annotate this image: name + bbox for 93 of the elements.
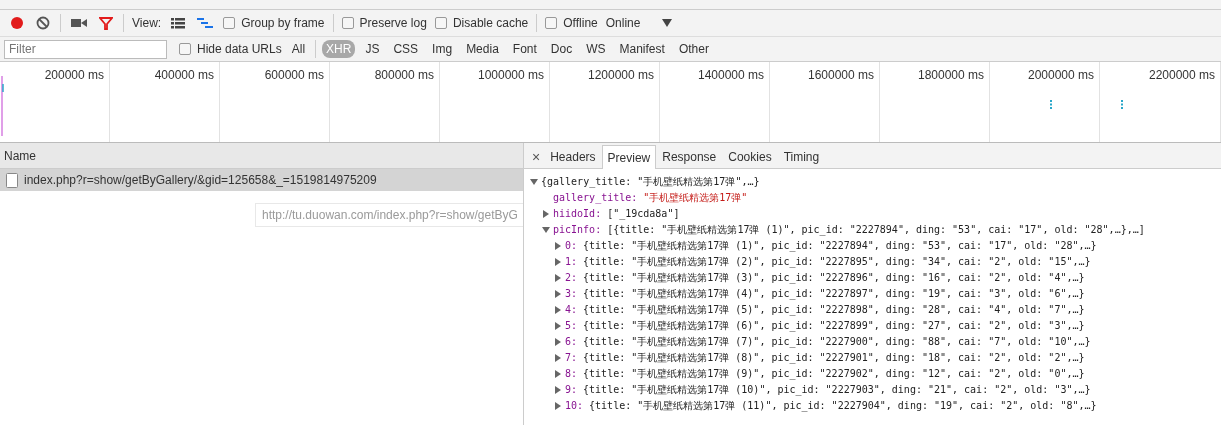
request-marker-icon: [1050, 100, 1052, 109]
filter-icon[interactable]: [97, 14, 115, 32]
property-value: "手机壁纸精选第17弹": [643, 191, 748, 205]
type-filter-button[interactable]: Font: [508, 40, 541, 58]
collapsed-arrow-icon[interactable]: [554, 258, 562, 266]
property-key: 8:: [565, 366, 578, 382]
time-tick-label: 200000 ms: [44, 68, 104, 82]
document-icon: [6, 172, 18, 188]
collapsed-arrow-icon[interactable]: [554, 354, 562, 362]
detail-tab[interactable]: Response: [656, 145, 723, 167]
type-filter-button[interactable]: Media: [462, 40, 503, 58]
time-tick-label: 2000000 ms: [1027, 68, 1094, 82]
throttling-select[interactable]: Online: [605, 16, 641, 30]
collapsed-arrow-icon[interactable]: [554, 338, 562, 346]
collapsed-arrow-icon[interactable]: [554, 306, 562, 314]
collapsed-arrow-icon[interactable]: [554, 370, 562, 378]
record-button[interactable]: [8, 14, 26, 32]
property-key: 2:: [565, 270, 578, 286]
detail-tab[interactable]: Cookies: [722, 145, 778, 167]
object-summary: {gallery_title: "手机壁纸精选第17弹",…}: [541, 175, 760, 190]
collapsed-arrow-icon[interactable]: [554, 386, 562, 394]
type-filter-button[interactable]: Img: [428, 40, 457, 58]
hide-data-urls-checkbox[interactable]: Hide data URLs: [179, 42, 282, 56]
type-filter-button[interactable]: Doc: [546, 40, 577, 58]
time-tick-label: 2200000 ms: [1148, 68, 1215, 82]
view-label: View:: [132, 16, 162, 30]
request-row[interactable]: index.php?r=show/getByGallery/&gid=125658&_=1519814975209: [0, 169, 523, 191]
expanded-arrow-icon[interactable]: [530, 178, 538, 186]
property-value: {title: "手机壁纸精选第17弹 (5)", pic_id: "2227898", ding: "28", cai: "4", old: "7",…}: [583, 303, 1085, 318]
time-tick-label: 800000 ms: [374, 68, 434, 82]
property-key: 4:: [565, 302, 578, 318]
property-key: 6:: [565, 334, 578, 350]
property-key: 0:: [565, 238, 578, 254]
waterfall-icon[interactable]: [195, 15, 216, 31]
property-key: 7:: [565, 350, 578, 366]
property-key: 1:: [565, 254, 578, 270]
property-key: picInfo:: [553, 222, 602, 238]
request-name: index.php?r=show/getByGallery/&gid=125658&_=1519814975209: [24, 173, 377, 187]
timeline-start-marker-drawing: [1, 76, 4, 136]
collapsed-arrow-icon[interactable]: [542, 210, 550, 218]
type-filter-button[interactable]: JS: [361, 40, 384, 58]
option-checkbox[interactable]: Offline: [545, 16, 598, 30]
type-filter-button[interactable]: CSS: [389, 40, 423, 58]
expanded-arrow-icon[interactable]: [542, 226, 550, 234]
property-value: {title: "手机壁纸精选第17弹 (3)", pic_id: "2227896", ding: "16", cai: "2", old: "4",…}: [583, 271, 1085, 286]
collapsed-arrow-icon[interactable]: [554, 274, 562, 282]
clear-button[interactable]: [34, 14, 52, 32]
dropdown-caret-icon[interactable]: [660, 17, 675, 29]
type-filter-button[interactable]: WS: [582, 40, 610, 58]
time-tick-label: 1400000 ms: [697, 68, 764, 82]
collapsed-arrow-icon[interactable]: [554, 402, 562, 410]
property-value: {title: "手机壁纸精选第17弹 (10)", pic_id: "2227903", ding: "21", cai: "2", old: "3",…}: [583, 383, 1091, 398]
detail-tab[interactable]: Timing: [777, 145, 826, 167]
collapsed-arrow-icon[interactable]: [554, 290, 562, 298]
camera-icon[interactable]: [69, 16, 89, 30]
list-view-icon[interactable]: [169, 15, 188, 31]
property-key: gallery_title:: [553, 190, 638, 206]
property-value: {title: "手机壁纸精选第17弹 (9)", pic_id: "2227902", ding: "12", cai: "2", old: "0",…}: [583, 367, 1085, 382]
time-tick-label: 600000 ms: [264, 68, 324, 82]
property-value: {title: "手机壁纸精选第17弹 (4)", pic_id: "2227897", ding: "19", cai: "3", old: "6",…}: [583, 287, 1085, 302]
property-value: {title: "手机壁纸精选第17弹 (7)", pic_id: "2227900", ding: "88", cai: "7", old: "10",…}: [583, 335, 1091, 350]
property-key: 5:: [565, 318, 578, 334]
close-button[interactable]: ×: [528, 149, 545, 165]
property-value: {title: "手机壁纸精选第17弹 (2)", pic_id: "2227895", ding: "34", cai: "2", old: "15",…}: [583, 255, 1091, 270]
property-value: ["_19cda8a"]: [607, 207, 680, 222]
option-checkbox[interactable]: Preserve log: [341, 16, 427, 30]
option-checkbox[interactable]: Disable cache: [434, 16, 529, 30]
detail-tab[interactable]: Preview: [601, 145, 657, 169]
property-value: {title: "手机壁纸精选第17弹 (6)", pic_id: "2227899", ding: "27", cai: "2", old: "3",…}: [583, 319, 1085, 334]
filter-field[interactable]: Filter: [4, 39, 167, 59]
property-key: 10:: [565, 398, 584, 414]
property-key: 3:: [565, 286, 578, 302]
property-key: 9:: [565, 382, 578, 398]
type-filter-button[interactable]: All: [287, 40, 310, 58]
collapsed-arrow-icon[interactable]: [554, 242, 562, 250]
property-key: hiidoId:: [553, 206, 602, 222]
property-value: {title: "手机壁纸精选第17弹 (11)", pic_id: "2227904", ding: "19", cai: "2", old: "8",…}: [589, 399, 1097, 414]
time-tick-label: 400000 ms: [154, 68, 214, 82]
collapsed-arrow-icon[interactable]: [554, 322, 562, 330]
option-checkbox[interactable]: Group by frame: [223, 16, 325, 30]
time-tick-label: 1600000 ms: [807, 68, 874, 82]
url-tooltip: http://tu.duowan.com/index.php?r=show/getByG: [255, 203, 523, 227]
time-tick-label: 1000000 ms: [477, 68, 544, 82]
detail-tab[interactable]: Headers: [544, 145, 602, 167]
time-tick-label: 1200000 ms: [587, 68, 654, 82]
request-marker-icon: [1121, 100, 1123, 109]
name-column-header[interactable]: Name: [4, 148, 36, 163]
property-value: {title: "手机壁纸精选第17弹 (1)", pic_id: "2227894", ding: "53", cai: "17", old: "28",…}: [583, 239, 1097, 254]
type-filter-button[interactable]: Other: [674, 40, 713, 58]
time-tick-label: 1800000 ms: [917, 68, 984, 82]
property-value: {title: "手机壁纸精选第17弹 (8)", pic_id: "2227901", ding: "18", cai: "2", old: "2",…}: [583, 351, 1085, 366]
property-value: [{title: "手机壁纸精选第17弹 (1)", pic_id: "2227894", ding: "53", cai: "17", old: "28",…},…]: [607, 223, 1145, 238]
type-filter-button[interactable]: Manifest: [615, 40, 669, 58]
